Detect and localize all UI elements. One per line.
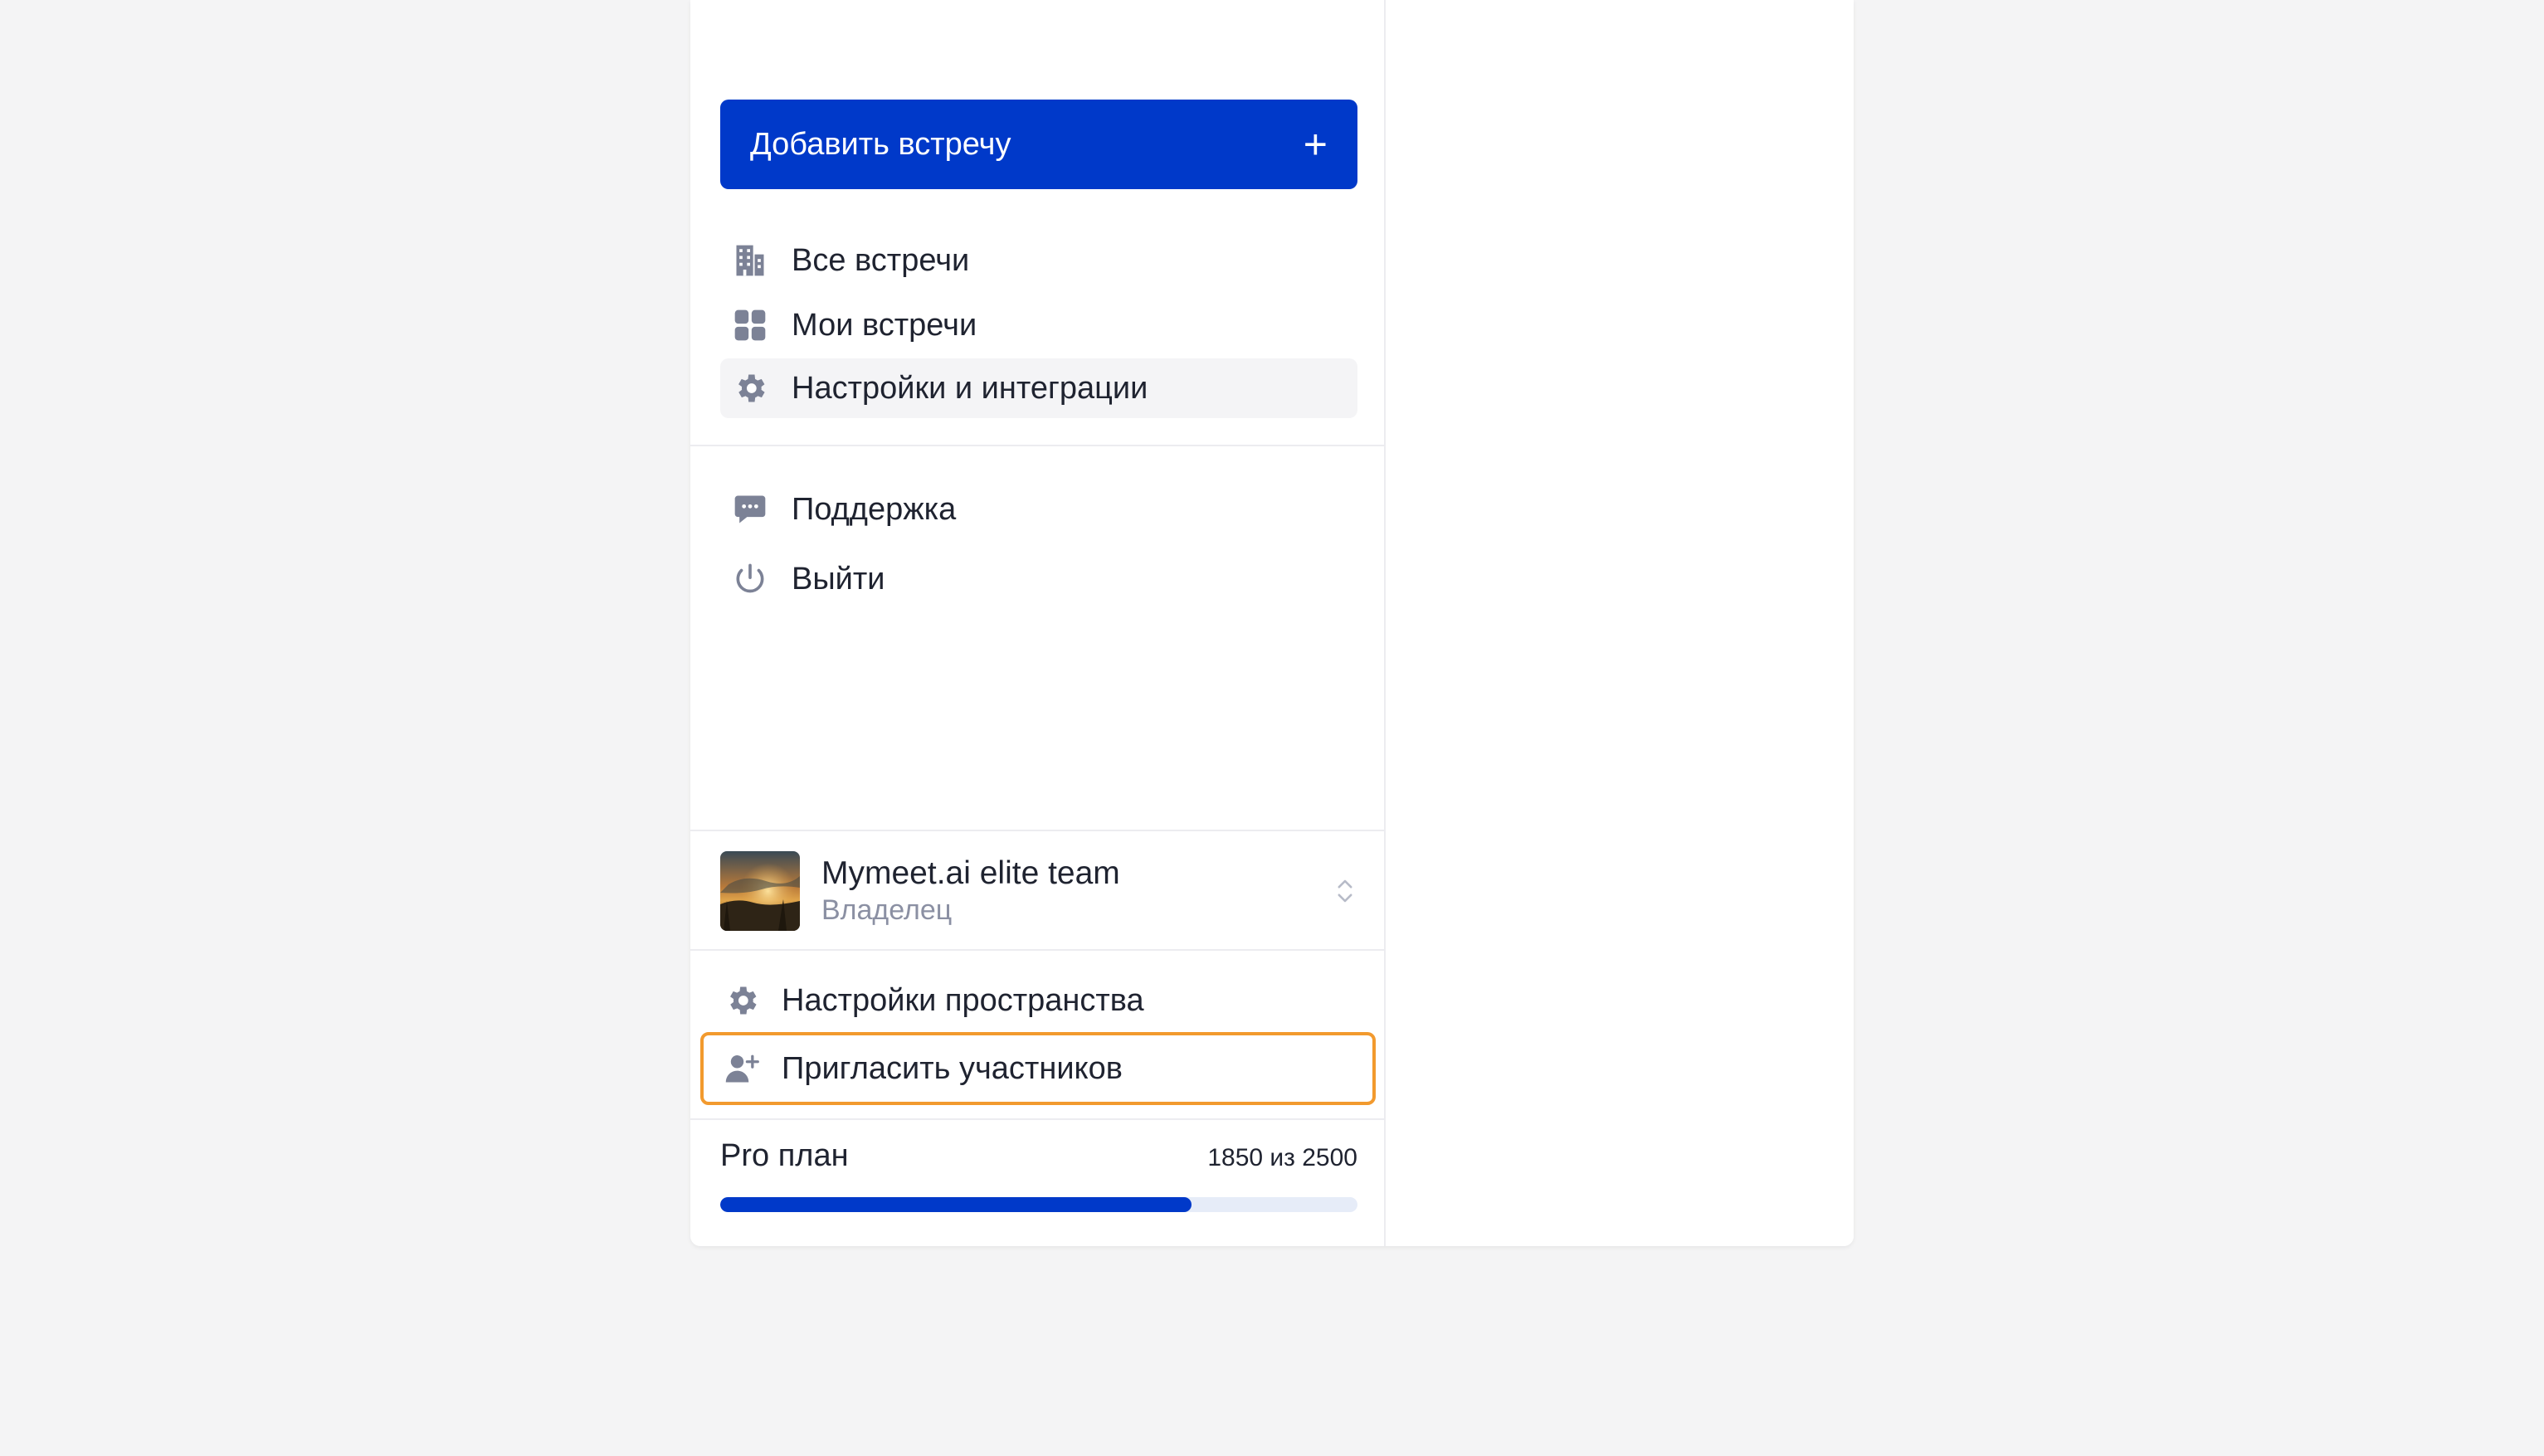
workspace-avatar bbox=[720, 851, 800, 931]
main-content bbox=[1386, 0, 1854, 1246]
workspace-settings-item[interactable]: Настройки пространства bbox=[700, 964, 1376, 1037]
workspace-switcher[interactable]: Mymeet.ai elite team Владелец bbox=[720, 851, 1357, 931]
divider bbox=[690, 445, 1384, 446]
plan-usage-panel: Pro план 1850 из 2500 bbox=[720, 1138, 1357, 1212]
nav-item-my-meetings[interactable]: Мои встречи bbox=[720, 295, 1357, 355]
building-icon bbox=[732, 242, 768, 279]
gear-icon bbox=[732, 370, 768, 407]
plus-icon: + bbox=[1303, 121, 1328, 168]
nav-item-support[interactable]: Поддержка bbox=[720, 480, 1357, 539]
divider bbox=[690, 830, 1384, 831]
add-meeting-button[interactable]: Добавить встречу + bbox=[720, 100, 1357, 189]
gear-icon bbox=[724, 982, 760, 1019]
nav-item-settings-integrations[interactable]: Настройки и интеграции bbox=[720, 358, 1357, 418]
workspace-role: Владелец bbox=[821, 894, 953, 926]
plan-progress-bar bbox=[720, 1197, 1357, 1212]
nav-label: Настройки и интеграции bbox=[792, 370, 1148, 406]
plan-title: Pro план bbox=[720, 1138, 849, 1173]
grid-icon bbox=[732, 307, 768, 343]
nav-item-logout[interactable]: Выйти bbox=[720, 549, 1357, 609]
nav-item-all-meetings[interactable]: Все встречи bbox=[720, 231, 1357, 290]
invite-members-item[interactable]: Пригласить участников bbox=[700, 1032, 1376, 1105]
divider bbox=[690, 1118, 1384, 1120]
nav-label: Выйти bbox=[792, 561, 885, 597]
plan-progress-fill bbox=[720, 1197, 1192, 1212]
nav-label: Мои встречи bbox=[792, 307, 977, 343]
workspace-info: Mymeet.ai elite team Владелец bbox=[821, 855, 1333, 928]
power-icon bbox=[732, 561, 768, 597]
nav-label: Поддержка bbox=[792, 491, 957, 527]
workspace-item-label: Настройки пространства bbox=[782, 982, 1144, 1018]
workspace-name: Mymeet.ai elite team bbox=[821, 855, 1120, 891]
nav-label: Все встречи bbox=[792, 242, 970, 278]
plan-usage-text: 1850 из 2500 bbox=[1207, 1144, 1357, 1171]
divider bbox=[690, 949, 1384, 951]
add-meeting-label: Добавить встречу bbox=[750, 126, 1011, 162]
app-window: Добавить встречу + Все встречи Мои встре… bbox=[690, 0, 1854, 1246]
sidebar: Добавить встречу + Все встречи Мои встре… bbox=[690, 0, 1386, 1246]
chat-icon bbox=[732, 491, 768, 528]
add-user-icon bbox=[724, 1050, 760, 1087]
chevron-up-down-icon bbox=[1333, 874, 1357, 908]
workspace-item-label: Пригласить участников bbox=[782, 1050, 1123, 1086]
